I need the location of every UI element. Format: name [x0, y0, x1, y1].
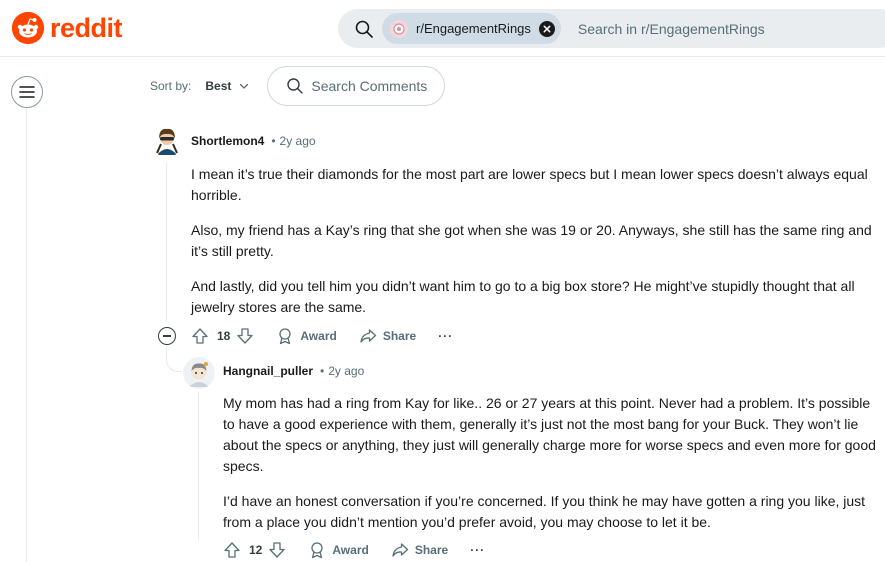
award-button[interactable]: Award: [308, 541, 369, 559]
upvote-icon[interactable]: [191, 327, 209, 345]
menu-button[interactable]: [11, 76, 43, 108]
vote-score: 18: [217, 329, 231, 343]
hamburger-icon: [19, 86, 35, 98]
comment-paragraph: And lastly, did you tell him you didn’t …: [191, 278, 855, 315]
left-rail-divider: [26, 108, 27, 562]
meta-separator: •: [320, 364, 325, 378]
reddit-wordmark: reddit: [50, 13, 123, 43]
clear-chip-icon[interactable]: [538, 20, 555, 37]
thread-line[interactable]: [166, 162, 167, 322]
chevron-down-icon[interactable]: [239, 81, 249, 91]
comment-actions: 12 Award Share ···: [223, 541, 485, 559]
comment-age[interactable]: 2y ago: [328, 364, 364, 378]
search-bar[interactable]: r/EngagementRings Search in r/Engagement…: [338, 9, 885, 48]
sort-dropdown[interactable]: Best: [205, 79, 231, 93]
upvote-icon[interactable]: [223, 541, 241, 559]
award-label: Award: [332, 543, 369, 557]
subreddit-chip[interactable]: r/EngagementRings: [382, 13, 561, 44]
award-button[interactable]: Award: [276, 327, 337, 345]
share-icon: [392, 543, 408, 557]
search-input[interactable]: Search in r/EngagementRings: [578, 21, 765, 37]
search-icon: [287, 78, 304, 94]
collapse-thread-button[interactable]: [158, 327, 176, 345]
sort-bar: Sort by: Best Search Comments: [150, 66, 446, 106]
comment-meta: Hangnail_puller • 2y ago: [223, 364, 364, 378]
comment-author[interactable]: Hangnail_puller: [223, 364, 313, 378]
comment-body: I mean it’s true their diamonds for the …: [191, 164, 876, 332]
share-label: Share: [382, 329, 417, 343]
avatar[interactable]: [183, 357, 215, 389]
comment-paragraph: I’d have an honest conversation if you’r…: [223, 493, 866, 530]
comment-meta: Shortlemon4 • 2y ago: [191, 134, 316, 148]
comment-paragraph: My mom has had a ring from Kay for like.…: [223, 395, 876, 474]
search-comments-input[interactable]: Search Comments: [267, 66, 446, 106]
thread-line[interactable]: [198, 392, 199, 540]
comment-author[interactable]: Shortlemon4: [191, 134, 264, 148]
reddit-logo[interactable]: reddit: [12, 12, 123, 44]
top-header: reddit r/EngagementRings Search in r/Eng…: [0, 0, 885, 57]
meta-separator: •: [271, 134, 276, 148]
downvote-icon[interactable]: [236, 327, 254, 345]
award-icon: [279, 328, 292, 345]
reply-connector-curve: [166, 356, 182, 372]
award-label: Award: [300, 329, 337, 343]
comment-body: My mom has had a ring from Kay for like.…: [223, 393, 878, 547]
share-button[interactable]: Share: [359, 327, 416, 345]
share-button[interactable]: Share: [391, 541, 448, 559]
reddit-snoo-icon: [12, 12, 44, 44]
comment-paragraph: I mean it’s true their diamonds for the …: [191, 166, 868, 203]
avatar[interactable]: [151, 125, 183, 157]
award-icon: [311, 542, 324, 559]
share-label: Share: [414, 543, 449, 557]
subreddit-icon: [390, 19, 408, 38]
comment-age[interactable]: 2y ago: [280, 134, 316, 148]
comment-paragraph: Also, my friend has a Kay’s ring that sh…: [191, 222, 872, 259]
share-icon: [360, 329, 376, 343]
sort-label: Sort by:: [150, 79, 192, 93]
vote-score: 12: [249, 543, 263, 557]
search-comments-placeholder: Search Comments: [311, 78, 428, 94]
more-options-button[interactable]: ···: [470, 543, 485, 557]
more-options-button[interactable]: ···: [438, 329, 453, 343]
comment-actions: 18 Award Share ···: [191, 327, 453, 345]
search-icon: [355, 20, 373, 38]
downvote-icon[interactable]: [268, 541, 286, 559]
subreddit-chip-label: r/EngagementRings: [416, 21, 531, 36]
